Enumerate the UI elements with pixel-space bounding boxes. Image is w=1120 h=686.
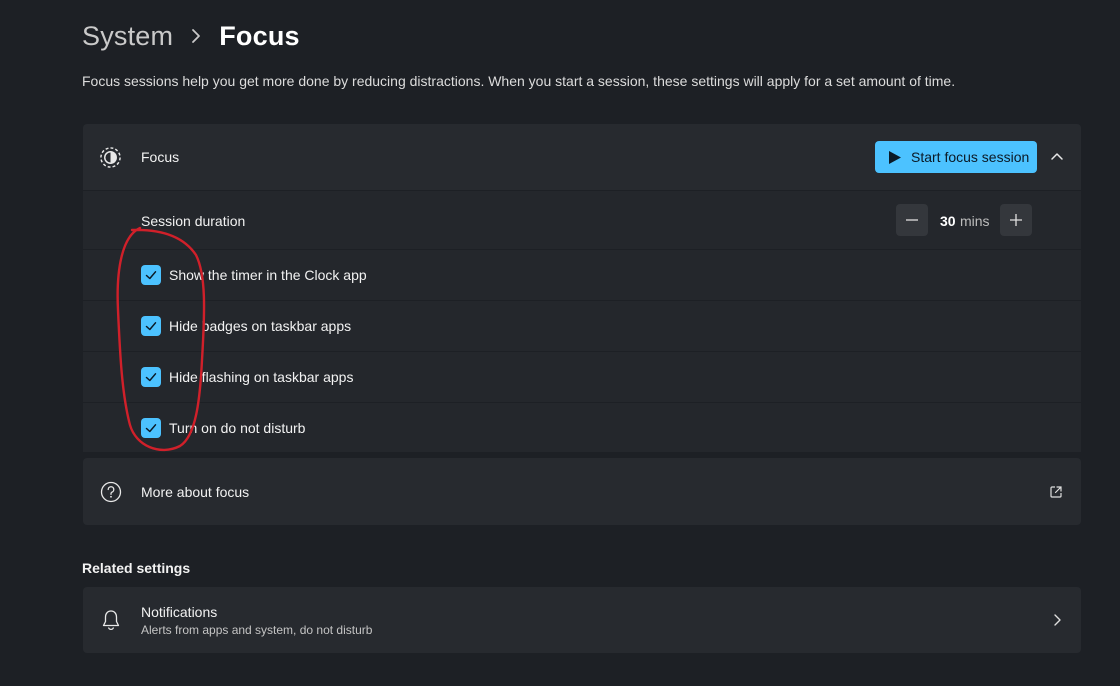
breadcrumb: System Focus [82, 18, 300, 54]
external-link-icon [1050, 486, 1062, 498]
focus-header[interactable]: Focus Start focus session [83, 124, 1081, 190]
more-about-focus-card[interactable]: More about focus [83, 458, 1081, 525]
focus-icon [100, 147, 121, 168]
show-timer-checkbox[interactable] [141, 265, 161, 285]
duration-value: 30 [940, 213, 956, 229]
bell-icon [102, 610, 120, 631]
minus-icon [906, 219, 918, 221]
chevron-right-icon [192, 29, 201, 43]
focus-title: Focus [141, 149, 180, 165]
start-focus-session-label: Start focus session [911, 149, 1030, 165]
session-duration-label: Session duration [141, 213, 246, 229]
option-row-show-timer[interactable]: Show the timer in the Clock app [83, 250, 1081, 300]
decrease-duration-button[interactable] [896, 204, 928, 236]
hide-badges-label: Hide badges on taskbar apps [169, 318, 352, 334]
hide-badges-checkbox[interactable] [141, 316, 161, 336]
page-description: Focus sessions help you get more done by… [82, 73, 956, 89]
do-not-disturb-checkbox[interactable] [141, 418, 161, 438]
duration-unit: mins [960, 213, 990, 229]
option-row-do-not-disturb[interactable]: Turn on do not disturb [83, 403, 1081, 452]
checkmark-icon [145, 373, 157, 382]
checkmark-icon [145, 322, 157, 331]
option-row-hide-badges[interactable]: Hide badges on taskbar apps [83, 301, 1081, 351]
checkmark-icon [145, 424, 157, 433]
start-focus-session-button[interactable]: Start focus session [875, 141, 1037, 173]
help-icon [100, 481, 122, 503]
session-duration-row: Session duration 30 mins [83, 191, 1081, 249]
notifications-card[interactable]: Notifications Alerts from apps and syste… [83, 587, 1081, 653]
breadcrumb-parent-system[interactable]: System [82, 21, 173, 52]
chevron-right-icon [1054, 614, 1061, 626]
do-not-disturb-label: Turn on do not disturb [169, 420, 306, 436]
hide-flashing-checkbox[interactable] [141, 367, 161, 387]
notifications-description: Alerts from apps and system, do not dist… [141, 623, 373, 637]
related-settings-title: Related settings [82, 560, 191, 576]
increase-duration-button[interactable] [1000, 204, 1032, 236]
focus-card: Focus Start focus session Session durati… [83, 124, 1081, 452]
more-about-focus-label: More about focus [141, 484, 250, 500]
play-icon [889, 150, 901, 164]
page-title: Focus [219, 20, 300, 51]
notifications-label: Notifications [141, 604, 218, 620]
option-row-hide-flashing[interactable]: Hide flashing on taskbar apps [83, 352, 1081, 402]
show-timer-label: Show the timer in the Clock app [169, 267, 367, 283]
hide-flashing-label: Hide flashing on taskbar apps [169, 369, 354, 385]
chevron-up-icon[interactable] [1047, 146, 1067, 166]
checkmark-icon [145, 271, 157, 280]
plus-icon [1010, 214, 1022, 226]
